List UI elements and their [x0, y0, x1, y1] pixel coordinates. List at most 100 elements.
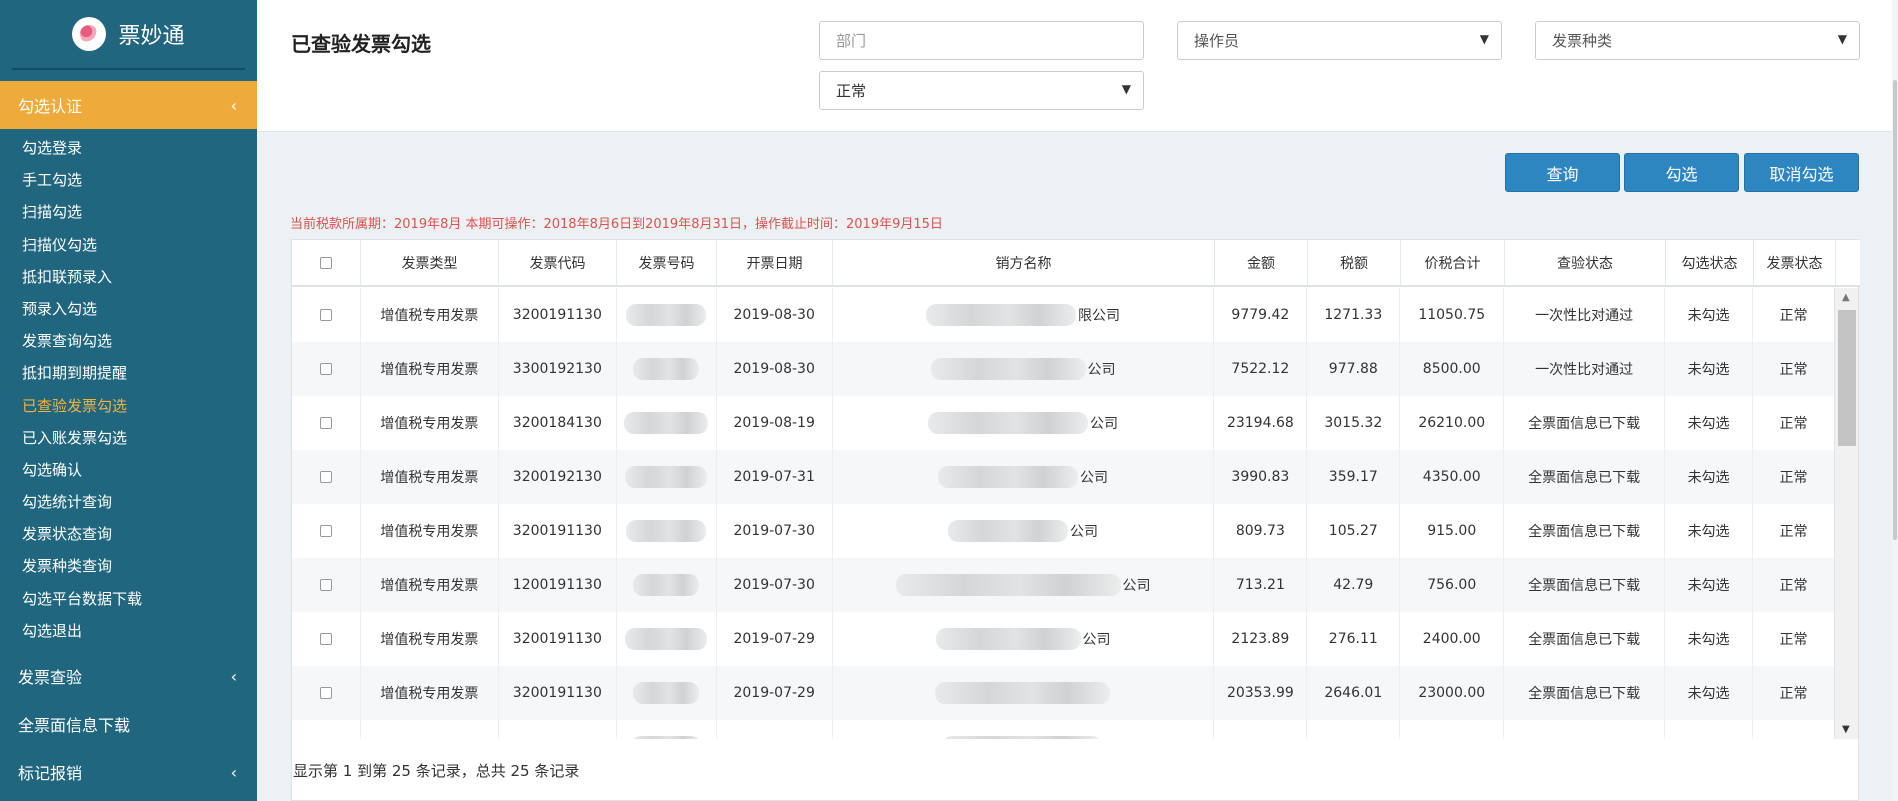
column-header[interactable]: 开票日期: [717, 240, 833, 285]
seller-cell: 公司: [833, 342, 1215, 396]
sidebar-item[interactable]: 勾选确认: [0, 454, 257, 486]
sidebar-item[interactable]: 扫描勾选: [0, 196, 257, 228]
row-checkbox[interactable]: [319, 417, 332, 429]
query-button[interactable]: 查询: [1505, 153, 1620, 192]
sidebar-group-verify[interactable]: 发票查验 ‹: [0, 652, 257, 700]
scroll-up-icon[interactable]: ▲: [1842, 292, 1850, 303]
sidebar-item[interactable]: 抵扣期到期提醒: [0, 357, 257, 389]
sidebar-item[interactable]: 已入账发票勾选: [0, 422, 257, 454]
cell-code: 3200191130: [499, 666, 617, 720]
sidebar-item[interactable]: 扫描仪勾选: [0, 229, 257, 261]
sidebar-item[interactable]: 发票状态查询: [0, 518, 257, 550]
cell-code: 3200191130: [499, 612, 617, 666]
seller-name: 公司: [928, 412, 1118, 434]
chevron-left-icon: ‹: [230, 95, 237, 115]
sidebar-item[interactable]: 手工勾选: [0, 164, 257, 196]
table-scrollbar[interactable]: ▲ ▼: [1834, 288, 1858, 739]
table-row[interactable]: 增值税专用发票 3200191130 2019-07-29 20353.99 2646.…: [292, 666, 1835, 720]
cell-amount: 3990.83: [1214, 450, 1308, 504]
page-scrollbar[interactable]: [1892, 0, 1898, 801]
status-select[interactable]: 正常 ▼: [819, 71, 1144, 110]
column-header[interactable]: 发票类型: [361, 240, 499, 285]
column-header[interactable]: 查验状态: [1505, 240, 1666, 285]
redacted-number: [626, 304, 707, 326]
row-checkbox[interactable]: [319, 579, 332, 591]
sidebar-group-reimburse[interactable]: 标记报销 ‹: [0, 748, 257, 796]
table-row[interactable]: 增值税专用发票 3200191130 2019-07-30 公司 809.73 105.2…: [292, 504, 1835, 558]
cell-total: 23000.00: [1400, 666, 1505, 720]
cell-total: 8500.00: [1400, 342, 1505, 396]
cell-date: 2019-07-30: [717, 504, 833, 558]
column-header[interactable]: 发票号码: [617, 240, 717, 285]
column-header[interactable]: 税额: [1308, 240, 1401, 285]
seller-name: [934, 682, 1112, 704]
cell-tax: 476.65: [1307, 720, 1401, 739]
cell-type: 增值税专用发票: [361, 396, 499, 450]
cell-check: 未勾选: [1665, 342, 1754, 396]
invoice-type-select[interactable]: 发票种类 ▼: [1535, 21, 1860, 60]
redacted-seller: [895, 574, 1121, 596]
cell-verify: 全票面信息已下载: [1504, 504, 1666, 558]
select-button[interactable]: 勾选: [1624, 153, 1739, 192]
cell-amount: 809.73: [1214, 504, 1308, 558]
sidebar-group-download[interactable]: 全票面信息下载: [0, 700, 257, 748]
table-row[interactable]: 增值税专用发票 3300192130 2019-08-30 公司 7522.12 977.…: [292, 342, 1835, 396]
cell-tax: 2646.01: [1307, 666, 1401, 720]
row-checkbox[interactable]: [319, 525, 332, 537]
sidebar-item[interactable]: 勾选平台数据下载: [0, 583, 257, 615]
scroll-thumb[interactable]: [1838, 310, 1856, 446]
row-select-cell: [292, 720, 361, 739]
cancel-select-button[interactable]: 取消勾选: [1744, 153, 1859, 192]
column-header[interactable]: 勾选状态: [1666, 240, 1754, 285]
column-header[interactable]: 发票状态: [1754, 240, 1836, 285]
caret-down-icon: ▼: [1121, 82, 1131, 96]
row-select-cell: [292, 450, 361, 504]
cell-total: 4143.16: [1400, 720, 1505, 739]
sidebar-item[interactable]: 勾选统计查询: [0, 486, 257, 518]
cell-date: 2019-08-19: [717, 396, 833, 450]
seller-name: 公司: [935, 628, 1111, 650]
select-all-checkbox[interactable]: [320, 256, 332, 269]
row-checkbox[interactable]: [319, 471, 332, 483]
seller-name-suffix: 公司: [1090, 416, 1119, 432]
sidebar-group-checkin[interactable]: 勾选认证 ‹: [0, 81, 257, 129]
page-title: 已查验发票勾选: [291, 32, 431, 56]
seller-cell: 公司: [833, 504, 1215, 558]
row-checkbox[interactable]: [319, 687, 332, 699]
cell-status: 正常: [1753, 558, 1835, 612]
column-header[interactable]: 金额: [1215, 240, 1308, 285]
row-checkbox[interactable]: [319, 633, 332, 645]
sidebar-item[interactable]: 发票种类查询: [0, 550, 257, 582]
table-row[interactable]: 增值税专用发票 1200191130 2019-07-30 公司 713.21 42.79…: [292, 558, 1835, 612]
sidebar-item[interactable]: 勾选登录: [0, 132, 257, 164]
sidebar-item[interactable]: 抵扣联预录入: [0, 261, 257, 293]
column-header[interactable]: 价税合计: [1401, 240, 1505, 285]
cell-check: 未勾选: [1665, 450, 1754, 504]
sidebar-item[interactable]: 已查验发票勾选: [0, 390, 257, 422]
table-row[interactable]: 增值税专用发票 3200192130 2019-07-31 公司 3990.83 359.…: [292, 450, 1835, 504]
column-header[interactable]: 发票代码: [499, 240, 617, 285]
department-input[interactable]: [836, 31, 1143, 50]
operator-select[interactable]: 操作员 ▼: [1177, 21, 1502, 60]
table-row[interactable]: 增值税专用发票 3200184130 2019-08-19 公司 23194.68 301…: [292, 396, 1835, 450]
column-header[interactable]: 销方名称: [833, 240, 1215, 285]
row-select-cell: [292, 342, 361, 396]
cell-verify: 一次性比对通过: [1504, 342, 1666, 396]
chevron-left-icon: ‹: [230, 666, 237, 686]
row-select-cell: [292, 396, 361, 450]
sidebar-sub-list: 勾选登录 手工勾选 扫描勾选 扫描仪勾选 抵扣联预录入 预录入勾选 发票查询勾选 抵扣期到期提…: [0, 129, 257, 652]
sidebar-item[interactable]: 预录入勾选: [0, 293, 257, 325]
sidebar-item[interactable]: 勾选退出: [0, 615, 257, 647]
row-checkbox[interactable]: [319, 363, 332, 375]
page-scroll-thumb[interactable]: [1893, 80, 1897, 540]
seller-name-suffix: 公司: [1082, 632, 1111, 648]
redacted-seller: [928, 412, 1089, 434]
scroll-down-icon[interactable]: ▼: [1842, 724, 1850, 735]
cell-code: 3300192130: [499, 342, 617, 396]
department-field[interactable]: [819, 21, 1144, 60]
table-row[interactable]: 增值税专用发票3200191130 2019-07-27 3666.51476.65…: [292, 720, 1835, 739]
table-row[interactable]: 增值税专用发票 3200191130 2019-07-29 公司 2123.89 276.…: [292, 612, 1835, 666]
table-row[interactable]: 增值税专用发票 3200191130 2019-08-30 限公司 9779.42 127…: [292, 288, 1835, 342]
sidebar-item[interactable]: 发票查询勾选: [0, 325, 257, 357]
row-checkbox[interactable]: [319, 309, 332, 321]
